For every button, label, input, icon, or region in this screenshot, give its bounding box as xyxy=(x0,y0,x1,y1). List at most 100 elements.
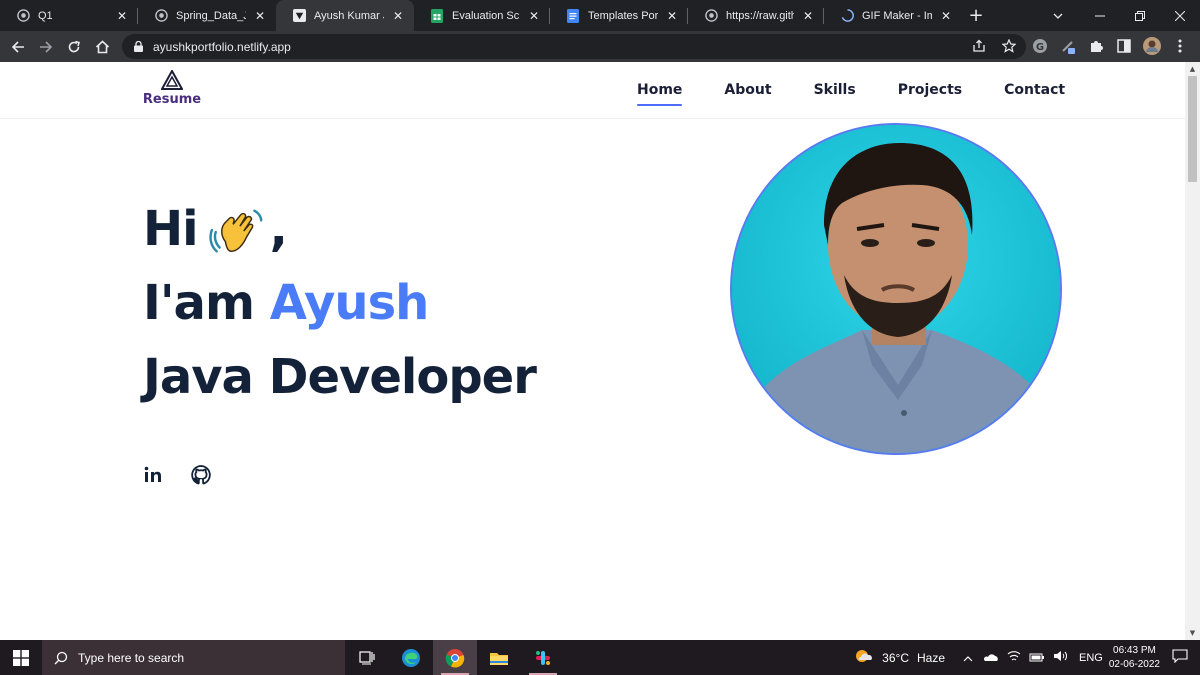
github-icon[interactable] xyxy=(191,464,211,486)
minimize-icon[interactable] xyxy=(1080,0,1120,31)
new-tab-button[interactable]: + xyxy=(962,0,990,31)
logo-triangle-icon xyxy=(161,70,183,90)
browser-tab-strip: Q1 ✕ Spring_Data_JPA ✕ Ayush Kumar Jha ✕… xyxy=(0,0,1200,31)
site-logo[interactable]: Resume xyxy=(143,70,201,107)
nav-about[interactable]: About xyxy=(724,82,771,106)
close-icon[interactable]: ✕ xyxy=(114,9,130,23)
close-icon[interactable]: ✕ xyxy=(390,9,406,23)
sheets-icon xyxy=(430,8,444,23)
tab-spring-data-jpa[interactable]: Spring_Data_JPA ✕ xyxy=(138,0,276,31)
extensions-puzzle-icon[interactable] xyxy=(1086,35,1106,57)
search-icon xyxy=(54,651,68,664)
tab-title: Q1 xyxy=(38,9,53,22)
clock[interactable]: 06:43 PM 02-06-2022 xyxy=(1109,644,1160,672)
restore-icon[interactable] xyxy=(1120,0,1160,31)
scroll-thumb[interactable] xyxy=(1188,76,1197,182)
tab-raw-github[interactable]: https://raw.githu ✕ xyxy=(688,0,824,31)
site-header: Resume Home About Skills Projects Contac… xyxy=(0,62,1185,119)
scroll-down-icon[interactable]: ▼ xyxy=(1185,626,1200,640)
greeting-text: Hi xyxy=(143,201,199,257)
reload-icon[interactable] xyxy=(60,33,88,61)
hero-name: Ayush xyxy=(269,275,430,331)
main-nav: Home About Skills Projects Contact xyxy=(637,82,1065,106)
wifi-icon[interactable] xyxy=(1007,650,1021,665)
taskbar-search-input[interactable]: Type here to search xyxy=(42,640,345,675)
nav-home[interactable]: Home xyxy=(637,82,683,106)
bookmark-star-icon[interactable] xyxy=(1001,38,1017,57)
nav-home-link[interactable]: Home xyxy=(637,82,682,106)
web-page: Resume Home About Skills Projects Contac… xyxy=(0,62,1185,640)
tab-q1[interactable]: Q1 ✕ xyxy=(0,0,138,31)
back-icon[interactable] xyxy=(4,33,32,61)
weather-temp[interactable]: 36°C xyxy=(882,651,909,665)
tab-search-icon[interactable] xyxy=(1044,0,1072,31)
nav-skills-link[interactable]: Skills xyxy=(814,82,856,106)
search-placeholder: Type here to search xyxy=(78,650,185,665)
close-icon[interactable]: ✕ xyxy=(526,9,542,23)
weather-icon[interactable] xyxy=(854,648,874,667)
profile-photo xyxy=(730,123,1062,455)
system-tray: 36°C Haze ENG 06:43 PM 02-06-2022 xyxy=(854,640,1200,675)
nav-projects[interactable]: Projects xyxy=(898,82,962,106)
close-icon[interactable]: ✕ xyxy=(664,9,680,23)
vercel-icon xyxy=(292,9,306,23)
windows-taskbar: Type here to search 36°C Haze ENG 06:43 … xyxy=(0,640,1200,675)
nav-contact-link[interactable]: Contact xyxy=(1004,82,1065,106)
address-bar[interactable]: ayushkportfolio.netlify.app xyxy=(122,34,1026,59)
close-icon[interactable]: ✕ xyxy=(252,9,268,23)
nav-contact[interactable]: Contact xyxy=(1004,82,1065,106)
nav-skills[interactable]: Skills xyxy=(814,82,856,106)
close-icon[interactable]: ✕ xyxy=(938,9,954,23)
battery-icon[interactable] xyxy=(1029,651,1045,665)
intro-prefix: I'am xyxy=(143,275,255,331)
tab-ayush-kumar-jha[interactable]: Ayush Kumar Jha ✕ xyxy=(276,0,414,31)
home-icon[interactable] xyxy=(88,33,116,61)
windows-start-icon[interactable] xyxy=(0,640,42,675)
close-window-icon[interactable] xyxy=(1160,0,1200,31)
edge-browser-icon[interactable] xyxy=(389,640,433,675)
extension-pen-icon[interactable] xyxy=(1058,35,1078,57)
lock-icon xyxy=(134,37,143,56)
hero-text: Hi , I'am Ayush Java Developer xyxy=(143,192,537,414)
grammarly-icon[interactable]: G xyxy=(1030,35,1050,57)
weather-desc[interactable]: Haze xyxy=(917,651,945,665)
svg-text:G: G xyxy=(1036,42,1044,53)
tab-evaluation-schedule[interactable]: Evaluation Sched ✕ xyxy=(414,0,550,31)
notification-icon[interactable] xyxy=(1172,649,1188,666)
task-view-icon[interactable] xyxy=(345,640,389,675)
menu-kebab-icon[interactable] xyxy=(1170,35,1190,57)
scroll-up-icon[interactable]: ▲ xyxy=(1185,62,1200,76)
url-text: ayushkportfolio.netlify.app xyxy=(153,39,291,54)
volume-icon[interactable] xyxy=(1053,650,1069,665)
tab-title: https://raw.githu xyxy=(726,9,794,22)
tab-templates-portfolio[interactable]: Templates Portfo ✕ xyxy=(550,0,688,31)
tab-title: Evaluation Sched xyxy=(452,9,520,22)
tab-title: GIF Maker - Imgf xyxy=(862,9,932,22)
browser-toolbar: ayushkportfolio.netlify.app G xyxy=(0,31,1200,62)
linkedin-icon[interactable] xyxy=(143,464,163,486)
file-explorer-icon[interactable] xyxy=(477,640,521,675)
slack-icon[interactable] xyxy=(521,640,565,675)
clock-date: 02-06-2022 xyxy=(1108,658,1160,670)
forward-icon[interactable] xyxy=(32,33,60,61)
globe-icon xyxy=(16,9,30,23)
chrome-taskbar-icon[interactable] xyxy=(433,640,477,675)
onedrive-cloud-icon[interactable] xyxy=(983,651,999,665)
tab-gif-maker[interactable]: GIF Maker - Imgf ✕ xyxy=(824,0,962,31)
greeting-comma: , xyxy=(269,201,288,257)
hero-intro: I'am Ayush xyxy=(143,266,536,340)
nav-projects-link[interactable]: Projects xyxy=(898,82,962,106)
chevron-up-icon[interactable] xyxy=(963,651,973,665)
social-links xyxy=(143,464,211,486)
profile-avatar[interactable] xyxy=(1142,35,1162,57)
share-icon[interactable] xyxy=(972,38,986,57)
close-icon[interactable]: ✕ xyxy=(800,9,816,23)
nav-about-link[interactable]: About xyxy=(724,82,771,106)
side-panel-icon[interactable] xyxy=(1114,35,1134,57)
globe-icon xyxy=(704,9,718,23)
language-indicator[interactable]: ENG xyxy=(1079,652,1103,664)
tab-title: Spring_Data_JPA xyxy=(176,9,246,22)
hero-greeting: Hi , xyxy=(143,192,536,266)
tab-title: Ayush Kumar Jha xyxy=(314,9,384,22)
page-scrollbar[interactable]: ▲ ▼ xyxy=(1185,62,1200,640)
